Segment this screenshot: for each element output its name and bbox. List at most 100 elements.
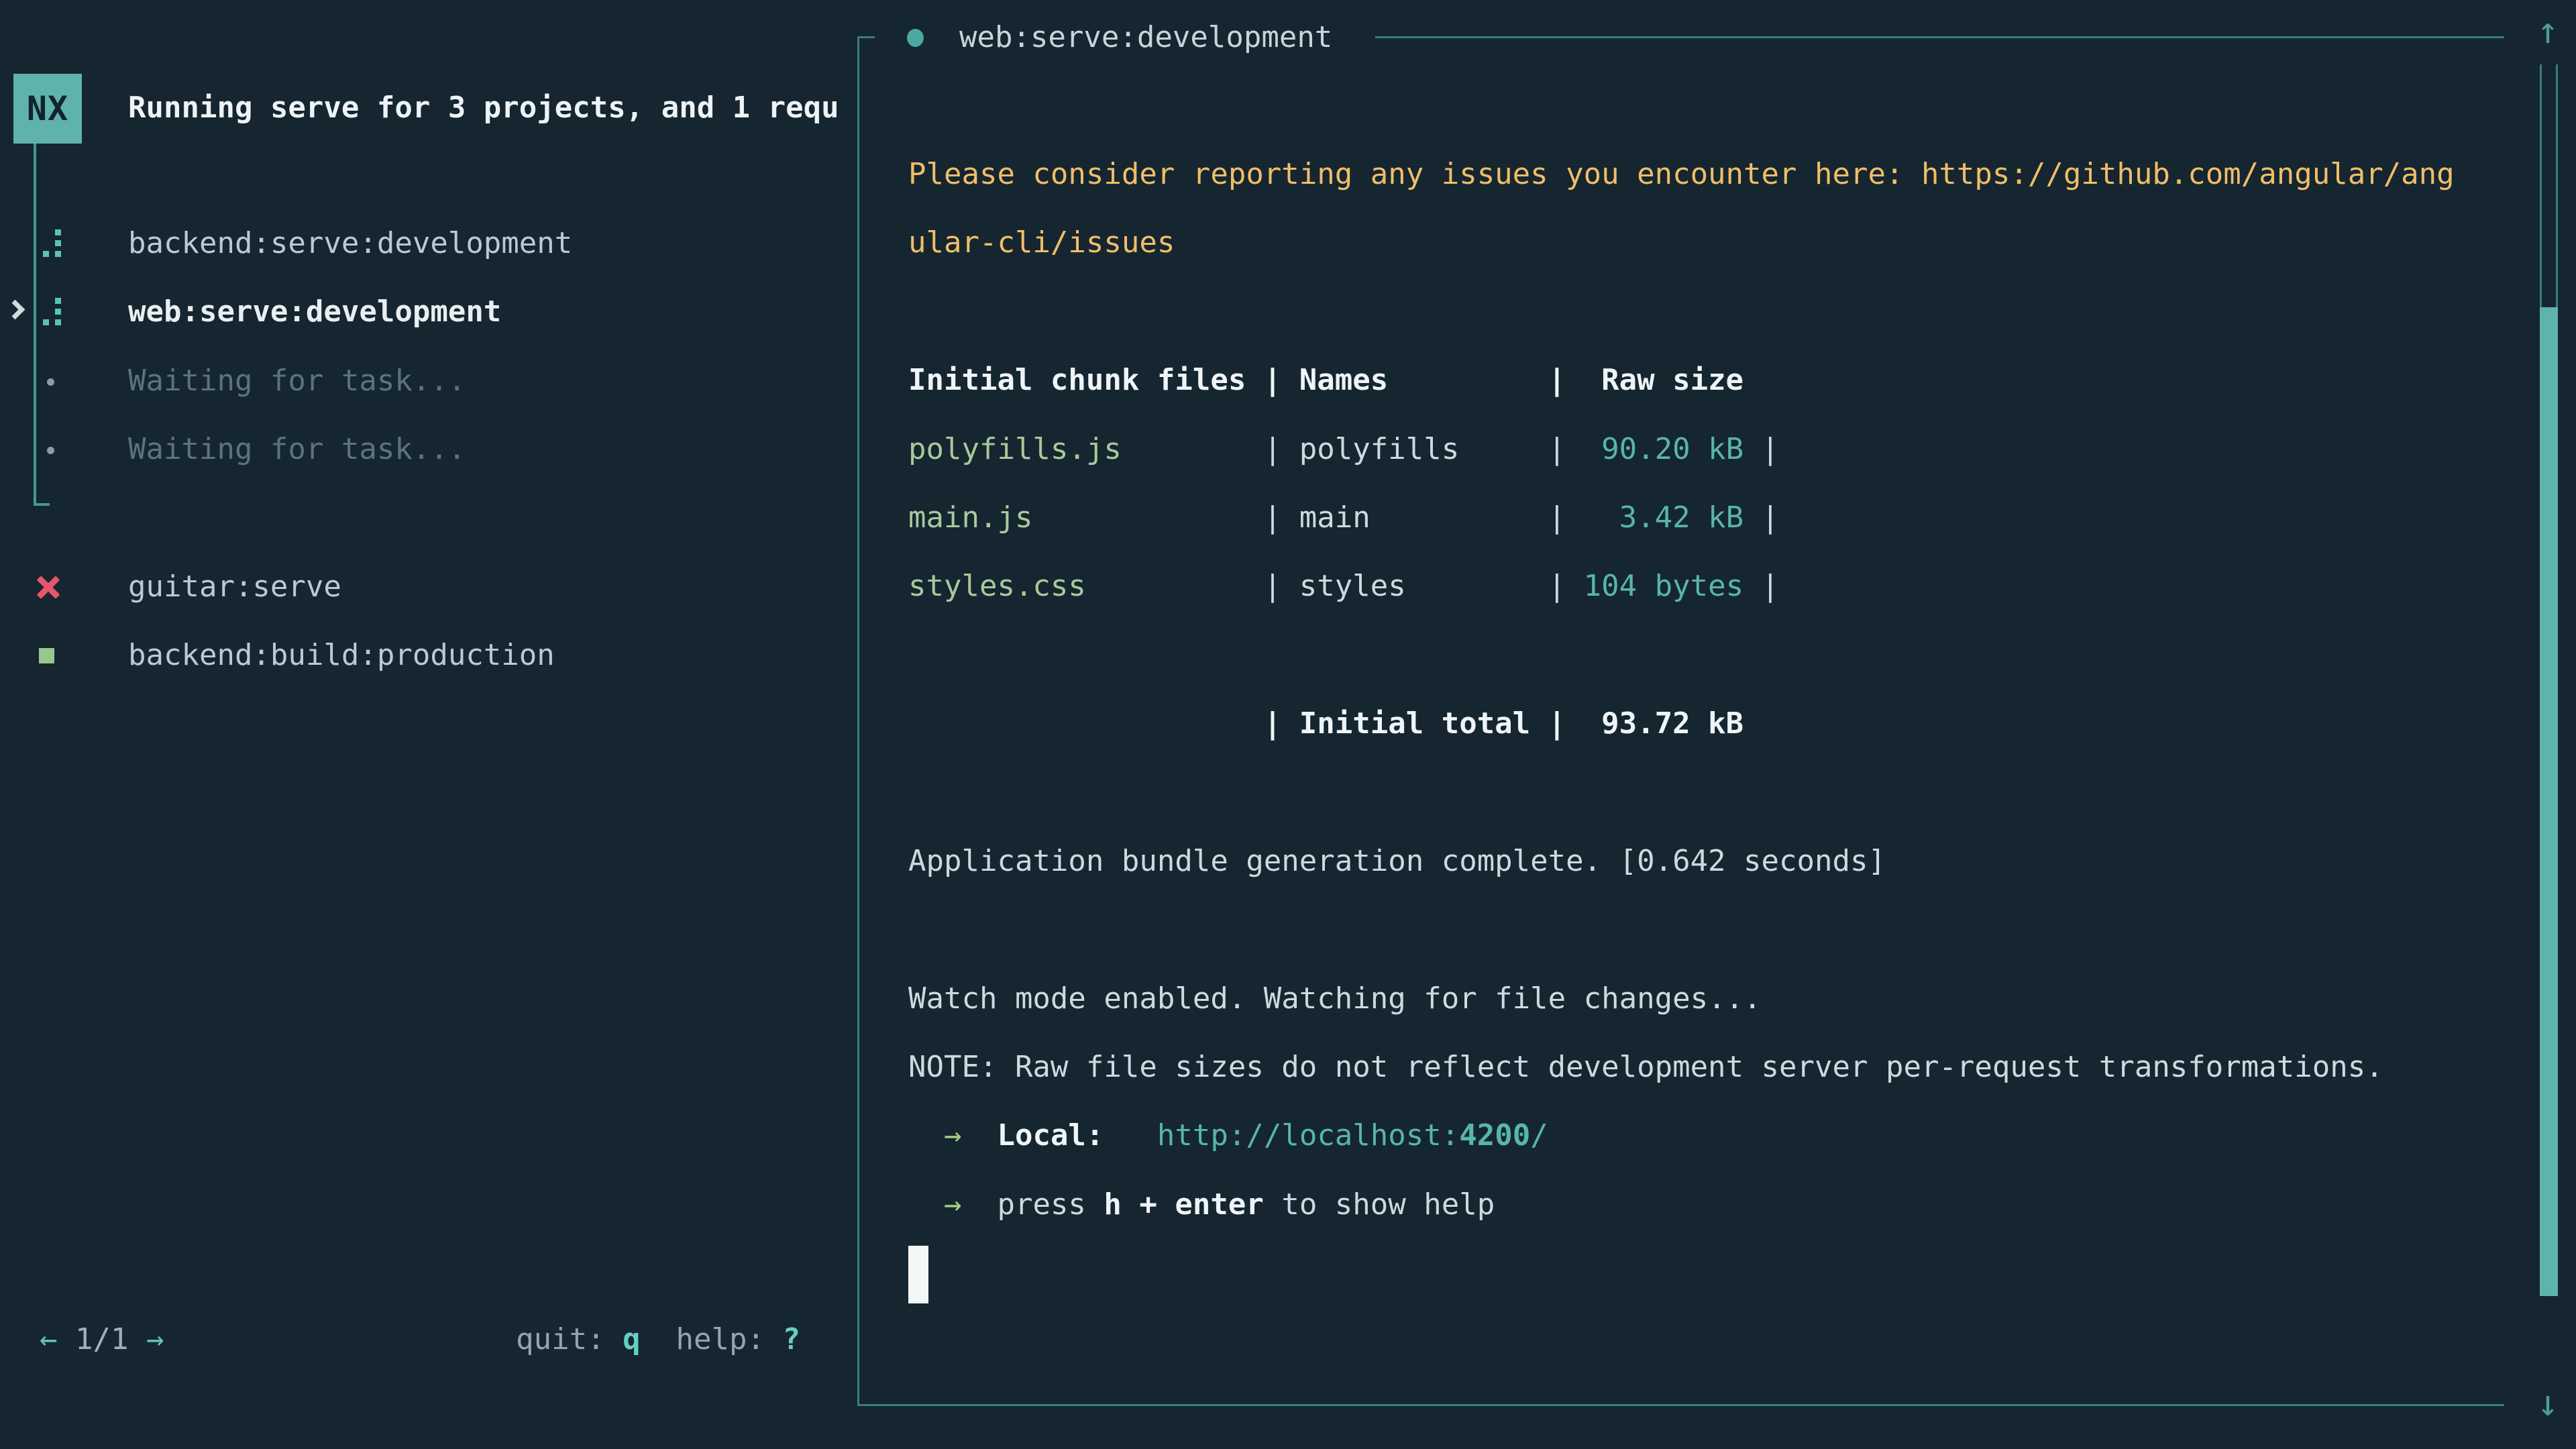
quit-hint-key: q — [623, 1322, 641, 1356]
terminal-line — [908, 621, 2505, 690]
help-hint-label: help: — [676, 1322, 783, 1356]
nx-logo: NX — [13, 74, 82, 144]
text-segment: polyfills — [1299, 432, 1459, 466]
terminal-line: NOTE: Raw file sizes do not reflect deve… — [908, 1033, 2505, 1102]
text-segment: main — [1299, 500, 1371, 535]
terminal-line — [908, 759, 2505, 827]
page-next-icon[interactable]: → — [146, 1322, 164, 1356]
text-segment: to show help — [1264, 1187, 1495, 1222]
text-segment: NOTE: Raw file sizes do not reflect deve… — [908, 1050, 2383, 1084]
text-segment: Initial chunk files | Names | Raw size — [908, 363, 1743, 397]
arrow-icon: → — [944, 1118, 962, 1152]
pagination: ← 1/1 → — [40, 1309, 164, 1370]
terminal-line — [908, 1239, 2505, 1307]
terminal-line: → Local: http://localhost:4200/ — [908, 1102, 2505, 1170]
task-label: web:serve:development — [128, 278, 501, 346]
task-sidebar: NX Running serve for 3 projects, and 1 r… — [0, 0, 859, 1449]
text-segment: | — [1371, 500, 1584, 535]
text-segment: ular-cli/issues — [908, 225, 1175, 260]
text-segment — [1104, 1118, 1157, 1152]
text-segment: h + enter — [1104, 1187, 1263, 1222]
terminal-line: → press h + enter to show help — [908, 1171, 2505, 1239]
task-label: guitar:serve — [128, 553, 341, 621]
text-segment: Watch mode enabled. Watching for file ch… — [908, 981, 1762, 1016]
scrollbar-thumb[interactable] — [2540, 307, 2558, 1296]
task-row[interactable]: web:serve:development — [0, 278, 859, 346]
text-segment: | — [1743, 432, 1779, 466]
text-segment — [908, 1118, 944, 1152]
text-segment: | — [1032, 500, 1299, 535]
selected-task-chevron-icon — [5, 300, 25, 320]
terminal-line: Application bundle generation complete. … — [908, 827, 2505, 896]
text-segment: styles — [1299, 569, 1406, 603]
panel-border-left — [857, 36, 859, 1406]
panel-title: web:serve:development — [959, 15, 1332, 60]
hint-separator — [641, 1322, 676, 1356]
keyboard-hints: quit: q help: ? — [516, 1309, 800, 1370]
text-segment: Please consider reporting any issues you… — [908, 157, 2455, 191]
text-segment — [961, 1118, 997, 1152]
text-segment: styles.css — [908, 569, 1086, 603]
terminal-output: Please consider reporting any issues you… — [908, 140, 2505, 1308]
task-list: backend:serve:developmentweb:serve:devel… — [0, 209, 859, 690]
panel-border-top-stub — [857, 36, 875, 38]
terminal-line: ular-cli/issues — [908, 209, 2505, 277]
local-url-port[interactable]: 4200 — [1459, 1118, 1530, 1152]
panel-border-bottom — [857, 1404, 2504, 1406]
local-url[interactable]: http://localhost: — [1157, 1118, 1459, 1152]
app-header-title: Running serve for 3 projects, and 1 requ — [128, 79, 839, 137]
terminal-line: Please consider reporting any issues you… — [908, 140, 2505, 209]
text-segment: | — [1406, 569, 1584, 603]
text-segment: Application bundle generation complete. … — [908, 844, 1886, 878]
terminal-cursor — [908, 1246, 928, 1303]
task-row[interactable]: Waiting for task... — [0, 347, 859, 415]
waiting-dot-icon — [47, 378, 54, 386]
scroll-down-icon[interactable]: ↓ — [2525, 1383, 2571, 1424]
task-row[interactable]: backend:serve:development — [0, 209, 859, 278]
success-square-icon — [39, 648, 54, 663]
text-segment: | — [1459, 432, 1583, 466]
page-indicator: 1/1 — [58, 1322, 146, 1356]
terminal-line: styles.css | styles | 104 bytes | — [908, 552, 2505, 621]
page-prev-icon[interactable]: ← — [40, 1322, 58, 1356]
text-segment: | — [1122, 432, 1299, 466]
text-segment: | — [1086, 569, 1299, 603]
terminal-line — [908, 896, 2505, 964]
task-row[interactable]: Waiting for task... — [0, 415, 859, 484]
text-segment: | — [1743, 569, 1779, 603]
text-segment: Local: — [997, 1118, 1104, 1152]
terminal-line: polyfills.js | polyfills | 90.20 kB | — [908, 415, 2505, 484]
terminal-line: main.js | main | 3.42 kB | — [908, 484, 2505, 552]
error-cross-icon — [36, 575, 60, 599]
text-segment: polyfills.js — [908, 432, 1122, 466]
task-list-gap — [0, 484, 859, 553]
task-label: Waiting for task... — [128, 347, 466, 415]
terminal-line — [908, 278, 2505, 346]
task-label: Waiting for task... — [128, 415, 466, 484]
text-segment: main.js — [908, 500, 1032, 535]
terminal-line: Watch mode enabled. Watching for file ch… — [908, 965, 2505, 1033]
text-segment: 3.42 kB — [1584, 500, 1743, 535]
text-segment — [908, 1187, 944, 1222]
task-label: backend:serve:development — [128, 209, 572, 278]
quit-hint-label: quit: — [516, 1322, 623, 1356]
text-segment: | — [1743, 500, 1779, 535]
help-hint-key: ? — [783, 1322, 801, 1356]
waiting-dot-icon — [47, 447, 54, 454]
text-segment: press — [997, 1187, 1104, 1222]
task-running-bullet-icon — [907, 29, 924, 47]
panel-border-top-line — [1375, 36, 2504, 38]
spinner-icon — [43, 251, 49, 257]
scroll-up-icon[interactable]: ↑ — [2525, 11, 2571, 51]
nx-tui-screen: NX Running serve for 3 projects, and 1 r… — [0, 0, 2576, 1449]
terminal-line: | Initial total | 93.72 kB — [908, 690, 2505, 758]
text-segment — [961, 1187, 997, 1222]
task-row[interactable]: backend:build:production — [0, 621, 859, 690]
spinner-icon — [43, 319, 49, 325]
terminal-line: Initial chunk files | Names | Raw size — [908, 346, 2505, 415]
text-segment: 90.20 kB — [1584, 432, 1743, 466]
text-segment: 104 bytes — [1584, 569, 1743, 603]
local-url-slash[interactable]: / — [1530, 1118, 1548, 1152]
task-row[interactable]: guitar:serve — [0, 553, 859, 621]
arrow-icon: → — [944, 1187, 962, 1222]
